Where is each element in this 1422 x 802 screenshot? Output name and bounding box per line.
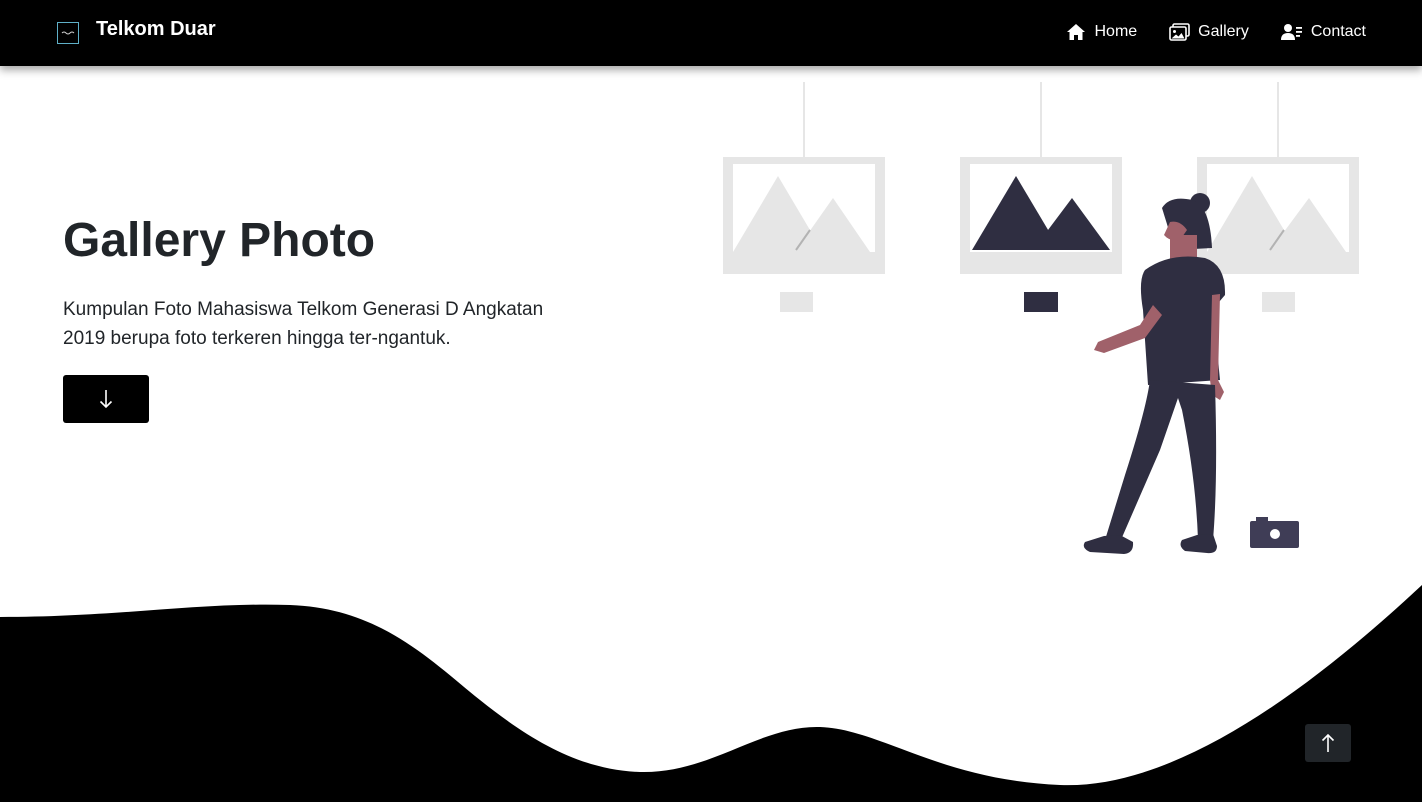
gallery-illustration	[723, 82, 1359, 554]
navbar: Telkom Duar Home Gallery Contact	[0, 0, 1422, 66]
nav-contact-link[interactable]: Contact	[1280, 23, 1366, 41]
picture-frame-center	[960, 157, 1122, 312]
picture-frame-left	[723, 157, 885, 312]
nav-contact-label: Contact	[1310, 23, 1366, 40]
hero-title: Gallery Photo	[63, 214, 376, 267]
nav-gallery-label: Gallery	[1198, 23, 1249, 40]
nav-links: Home Gallery Contact	[1034, 23, 1366, 41]
hero-section: Gallery Photo Kumpulan Foto Mahasiswa Te…	[63, 214, 583, 353]
home-icon	[1067, 24, 1086, 40]
hero-description: Kumpulan Foto Mahasiswa Telkom Generasi …	[63, 299, 544, 349]
camera-icon	[1250, 517, 1299, 548]
nav-home-label: Home	[1094, 23, 1138, 40]
back-to-top-button[interactable]	[1305, 724, 1351, 762]
contact-icon	[1280, 24, 1302, 40]
brand-name[interactable]: Telkom Duar	[96, 18, 216, 40]
arrow-down-icon	[99, 390, 113, 409]
brand[interactable]: Telkom Duar	[57, 18, 216, 44]
nav-home-link[interactable]: Home	[1066, 23, 1137, 41]
bottom-wave	[0, 585, 1422, 802]
arrow-up-icon	[1321, 733, 1335, 752]
nav-gallery-link[interactable]: Gallery	[1169, 23, 1249, 41]
image-icon	[1169, 23, 1190, 41]
brand-logo	[57, 22, 79, 44]
scroll-down-button[interactable]	[63, 375, 149, 423]
